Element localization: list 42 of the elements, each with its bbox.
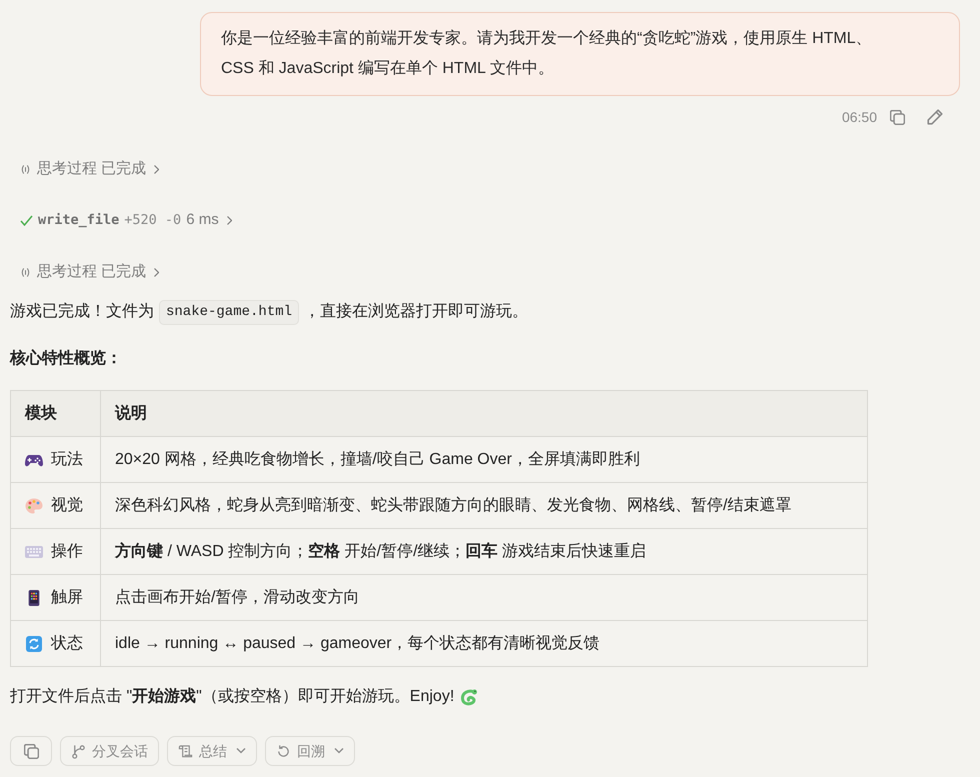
action-button[interactable]: 回溯	[265, 736, 355, 766]
parentheses-icon	[20, 164, 31, 174]
branch-icon	[71, 744, 86, 758]
section-heading: 核心特性概览：	[10, 350, 122, 367]
copy-icon	[24, 744, 38, 758]
module-label: 状态	[51, 634, 83, 654]
refresh-icon	[25, 636, 43, 652]
table-cell: 20×20 网格，经典吃食物增长，撞墙/咬自己 Game Over，全屏填满即胜利	[100, 436, 868, 482]
snake-icon	[460, 688, 478, 706]
scroll-icon	[178, 744, 193, 758]
module-label: 触屏	[51, 588, 83, 608]
copy-icon	[890, 110, 905, 124]
thinking-toggle[interactable]: 思考过程 已完成	[20, 260, 160, 284]
undo-icon	[276, 744, 291, 758]
table-cell: 深色科幻风格，蛇身从亮到暗渐变、蛇头带跟随方向的眼睛、发光食物、网格线、暂停/结束遮罩	[100, 482, 868, 528]
column-header: 模块	[10, 390, 100, 436]
tool-call-toggle[interactable]: write_file +520 -0 6 ms	[20, 208, 232, 232]
chevron-right-icon	[154, 164, 160, 174]
module-label: 玩法	[51, 450, 83, 470]
message-text: 游戏已完成！文件为	[10, 302, 154, 322]
pencil-icon	[927, 109, 943, 125]
user-message-bubble: 你是一位经验丰富的前端开发专家。请为我开发一个经典的“贪吃蛇”游戏，使用原生 HTML、CSS 和 JavaScript 编写在单个 HTML 文件中。	[200, 12, 960, 96]
palette-icon	[25, 498, 43, 514]
inline-code: snake-game.html	[159, 300, 300, 324]
keyboard-icon	[25, 544, 43, 560]
parentheses-icon	[20, 266, 31, 278]
message-text: 打开文件后点击 "开始游戏"（或按空格）即可开始游玩。Enjoy!	[10, 686, 454, 707]
check-icon	[20, 214, 33, 226]
table-cell: idle → running ↔ paused → gameover，每个状态都有清晰视觉反馈	[100, 620, 868, 666]
action-button[interactable]: 总结	[167, 736, 257, 766]
table-cell: 方向键 / WASD 控制方向；空格 开始/暂停/继续；回车 游戏结束后快速重启	[100, 528, 868, 574]
table-cell: 点击画布开始/暂停，滑动改变方向	[100, 574, 868, 620]
chevron-right-icon	[154, 268, 160, 276]
chevron-right-icon	[226, 216, 232, 224]
copy-button[interactable]	[10, 736, 52, 766]
message-time: 06:50	[842, 108, 877, 126]
module-label: 操作	[51, 542, 83, 562]
action-button[interactable]: 分叉会话	[60, 736, 159, 766]
module-label: 视觉	[51, 496, 83, 516]
column-header: 说明	[100, 390, 868, 436]
thinking-toggle[interactable]: 思考过程 已完成	[20, 157, 160, 181]
message-text: ，直接在浏览器打开即可游玩。	[304, 302, 528, 322]
